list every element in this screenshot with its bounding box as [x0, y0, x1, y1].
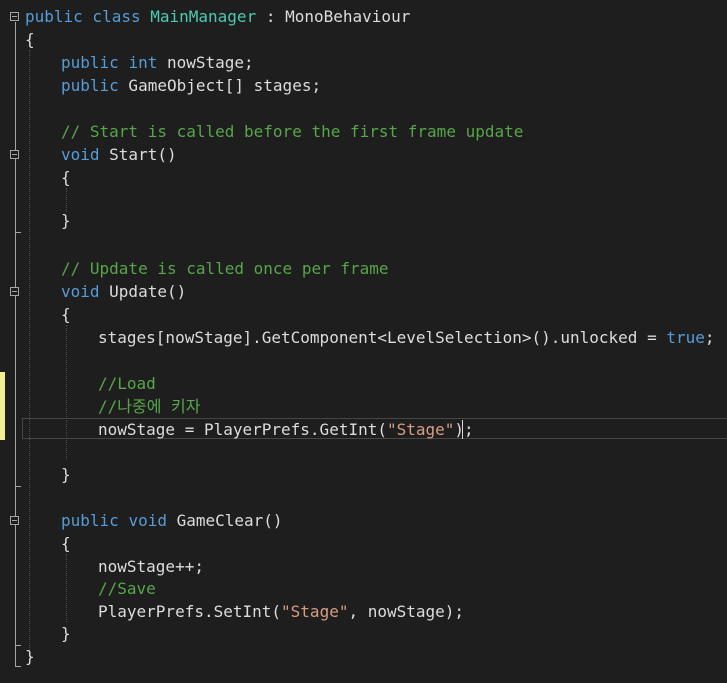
code-line[interactable]: } — [0, 622, 727, 645]
brace-token: { — [25, 30, 35, 49]
keyword-token: void — [128, 511, 167, 530]
keyword-token: int — [128, 53, 158, 72]
code-token: nowStage = PlayerPrefs.GetInt( — [98, 420, 387, 439]
code-editor[interactable]: public class MainManager : MonoBehaviour… — [0, 0, 727, 683]
code-line[interactable]: } — [0, 463, 727, 486]
comment-token: //Save — [98, 579, 156, 598]
code-line[interactable]: stages[nowStage].GetComponent<LevelSelec… — [0, 326, 727, 349]
comment-token: //나중에 키자 — [98, 397, 201, 416]
keyword-token: void — [61, 282, 100, 301]
code-line[interactable]: public void GameClear() — [0, 509, 727, 532]
code-line[interactable]: { — [0, 28, 727, 51]
code-token: stages[nowStage].GetComponent<LevelSelec… — [98, 328, 667, 347]
code-line[interactable]: { — [0, 166, 727, 189]
code-line[interactable]: void Update() — [0, 280, 727, 303]
keyword-token: true — [666, 328, 705, 347]
code-token: Update() — [99, 282, 187, 301]
type-token: MainManager — [150, 7, 257, 26]
code-line[interactable]: // Update is called once per frame — [0, 257, 727, 280]
string-token: "Stage" — [281, 602, 349, 621]
code-line[interactable]: public class MainManager : MonoBehaviour — [0, 5, 727, 28]
code-line[interactable]: //Load — [0, 372, 727, 395]
code-line[interactable]: } — [0, 645, 727, 668]
string-token: "Stage" — [386, 420, 455, 439]
brace-token: { — [61, 534, 71, 553]
brace-token: } — [61, 465, 71, 484]
code-line[interactable]: //Save — [0, 577, 727, 600]
code-token: nowStage++; — [98, 557, 204, 576]
code-line[interactable]: PlayerPrefs.SetInt("Stage", nowStage); — [0, 600, 727, 623]
keyword-token: public — [61, 511, 129, 530]
code-token: nowStage; — [157, 53, 254, 72]
code-line[interactable]: nowStage = PlayerPrefs.GetInt("Stage"); — [0, 418, 727, 441]
brace-token: } — [61, 624, 71, 643]
code-line[interactable]: // Start is called before the first fram… — [0, 120, 727, 143]
brace-token: { — [61, 305, 71, 324]
code-line[interactable]: { — [0, 303, 727, 326]
code-token: GameClear() — [166, 511, 283, 530]
code-token: : MonoBehaviour — [256, 7, 411, 26]
code-line[interactable]: { — [0, 532, 727, 555]
brace-token: } — [61, 211, 71, 230]
code-line[interactable]: public int nowStage; — [0, 51, 727, 74]
text-caret — [462, 420, 463, 439]
brace-token: { — [61, 168, 71, 187]
code-token: , nowStage); — [348, 602, 465, 621]
code-token: Start() — [99, 145, 177, 164]
comment-token: // Start is called before the first fram… — [61, 122, 524, 141]
code-line[interactable]: void Start() — [0, 143, 727, 166]
code-token: GameObject[] stages; — [118, 76, 322, 95]
code-line[interactable]: nowStage++; — [0, 555, 727, 578]
keyword-token: public — [61, 53, 129, 72]
comment-token: //Load — [98, 374, 156, 393]
keyword-token: void — [61, 145, 100, 164]
keyword-token: public class — [25, 7, 151, 26]
brace-token: } — [25, 647, 35, 666]
code-line[interactable]: //나중에 키자 — [0, 395, 727, 418]
code-token: ; — [704, 328, 715, 347]
code-token: ); — [454, 420, 474, 439]
keyword-token: public — [61, 76, 119, 95]
code-line[interactable]: } — [0, 209, 727, 232]
code-line[interactable]: public GameObject[] stages; — [0, 74, 727, 97]
code-token: PlayerPrefs.SetInt( — [98, 602, 282, 621]
comment-token: // Update is called once per frame — [61, 259, 389, 278]
